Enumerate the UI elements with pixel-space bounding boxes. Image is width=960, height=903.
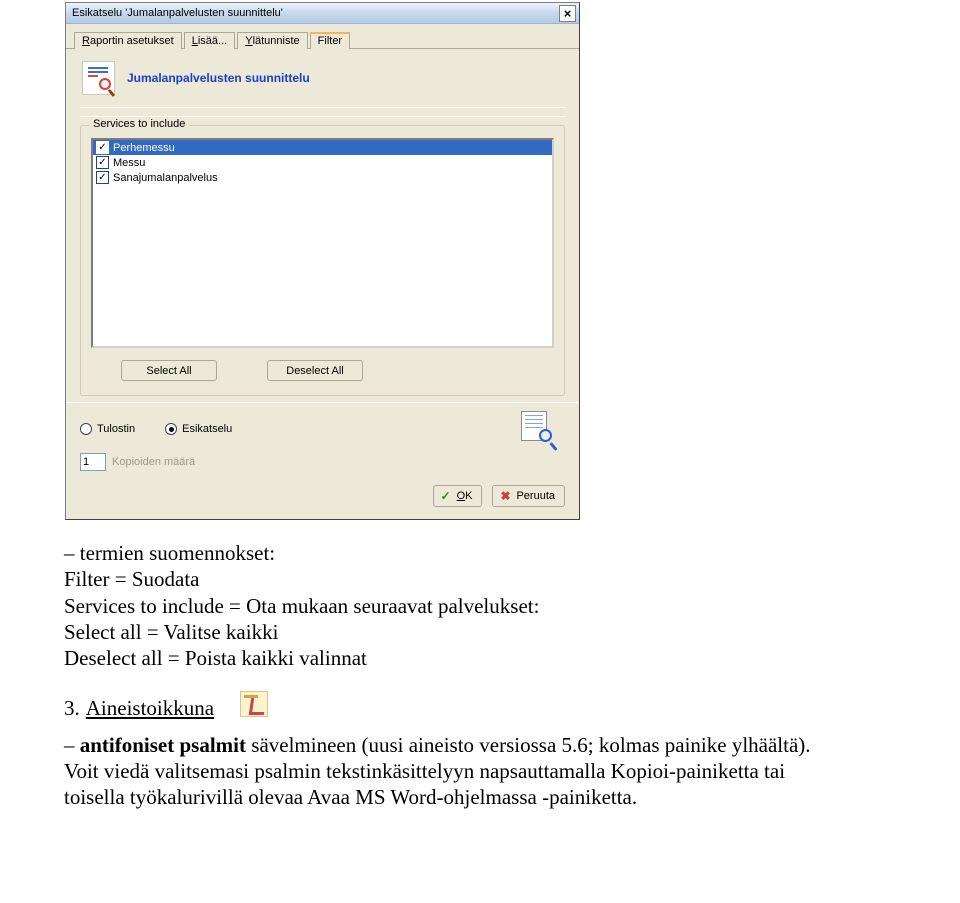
- document-body: – termien suomennokset: Filter = Suodata…: [0, 520, 880, 810]
- tab-filter-label: Filter: [318, 35, 342, 47]
- tab-filter[interactable]: Filter: [310, 32, 350, 49]
- radio-preview[interactable]: Esikatselu: [165, 423, 232, 435]
- output-area: Tulostin Esikatselu Kopioiden määrä ✓: [66, 402, 579, 519]
- content-title: Jumalanpalvelusten suunnittelu: [127, 71, 310, 85]
- list-item-label: Messu: [113, 157, 145, 169]
- checkbox-icon[interactable]: ✓: [96, 171, 109, 184]
- radio-preview-label: Esikatselu: [182, 423, 232, 435]
- tab-header-label: lätunniste: [253, 35, 300, 47]
- tab-body: Jumalanpalvelusten suunnittelu Services …: [66, 49, 579, 402]
- cancel-button-label: Peruuta: [516, 490, 555, 502]
- body-paragraph: – antifoniset psalmit sävelmineen (uusi …: [64, 732, 850, 811]
- deselect-all-button[interactable]: Deselect All: [267, 360, 363, 381]
- magnifier-icon: [539, 429, 559, 449]
- tab-report-settings-label: aportin asetukset: [90, 35, 174, 47]
- content-header-row: Jumalanpalvelusten suunnittelu: [80, 59, 565, 105]
- copies-label: Kopioiden määrä: [112, 456, 195, 468]
- divider: [80, 107, 565, 108]
- list-item-label: Sanajumalanpalvelus: [113, 172, 218, 184]
- body-line: Filter = Suodata: [64, 566, 850, 592]
- magnifier-icon: [99, 78, 117, 97]
- cancel-icon: ✖: [499, 490, 511, 502]
- check-icon: ✓: [440, 490, 452, 502]
- services-groupbox: Services to include ✓ Perhemessu ✓ Messu…: [80, 125, 565, 396]
- body-line: Services to include = Ota mukaan seuraav…: [64, 593, 850, 619]
- radio-printer[interactable]: Tulostin: [80, 423, 135, 435]
- preview-dialog: Esikatselu 'Jumalanpalvelusten suunnitte…: [65, 2, 580, 520]
- tab-header[interactable]: Ylätunniste: [237, 32, 307, 49]
- tab-add-label: isää...: [198, 35, 227, 47]
- list-item-label: Perhemessu: [113, 142, 175, 154]
- tab-report-settings[interactable]: Raportin asetukset: [74, 32, 182, 49]
- radio-icon: [165, 423, 177, 435]
- ok-button[interactable]: ✓ OK: [433, 485, 483, 507]
- heading-title: Aineistoikkuna: [86, 695, 214, 721]
- list-item[interactable]: ✓ Perhemessu: [93, 140, 552, 155]
- page-preview-icon: [521, 411, 557, 447]
- body-line: – termien suomennokset:: [64, 540, 850, 566]
- services-listbox[interactable]: ✓ Perhemessu ✓ Messu ✓ Sanajumalanpalvel…: [91, 138, 554, 348]
- body-line: Deselect all = Poista kaikki valinnat: [64, 645, 850, 671]
- copies-row: Kopioiden määrä: [80, 453, 565, 471]
- radio-icon: [80, 423, 92, 435]
- copies-input[interactable]: [80, 453, 106, 471]
- bold-term: antifoniset psalmit: [80, 733, 246, 757]
- select-all-button[interactable]: Select All: [121, 360, 217, 381]
- tab-strip: Raportin asetukset Lisää... Ylätunniste …: [66, 24, 579, 49]
- cancel-button[interactable]: ✖ Peruuta: [492, 485, 565, 507]
- select-buttons-row: Select All Deselect All: [91, 348, 554, 381]
- window-title: Esikatselu 'Jumalanpalvelusten suunnitte…: [72, 7, 283, 19]
- checkbox-icon[interactable]: ✓: [96, 156, 109, 169]
- groupbox-legend: Services to include: [89, 118, 189, 130]
- radio-printer-label: Tulostin: [97, 423, 135, 435]
- document-preview-icon: [82, 61, 115, 95]
- action-row: ✓ OK ✖ Peruuta: [80, 471, 565, 507]
- tab-add[interactable]: Lisää...: [184, 32, 235, 49]
- checkbox-icon[interactable]: ✓: [96, 141, 109, 154]
- heading-number: 3.: [64, 695, 80, 721]
- list-item[interactable]: ✓ Messu: [93, 155, 552, 170]
- close-icon[interactable]: ×: [559, 5, 576, 22]
- body-line: Select all = Valitse kaikki: [64, 619, 850, 645]
- paint-icon: [240, 691, 268, 717]
- output-row: Tulostin Esikatselu: [80, 411, 565, 447]
- section-heading: 3. Aineistoikkuna: [64, 695, 850, 721]
- titlebar[interactable]: Esikatselu 'Jumalanpalvelusten suunnitte…: [66, 3, 579, 24]
- divider: [80, 116, 565, 117]
- list-item[interactable]: ✓ Sanajumalanpalvelus: [93, 170, 552, 185]
